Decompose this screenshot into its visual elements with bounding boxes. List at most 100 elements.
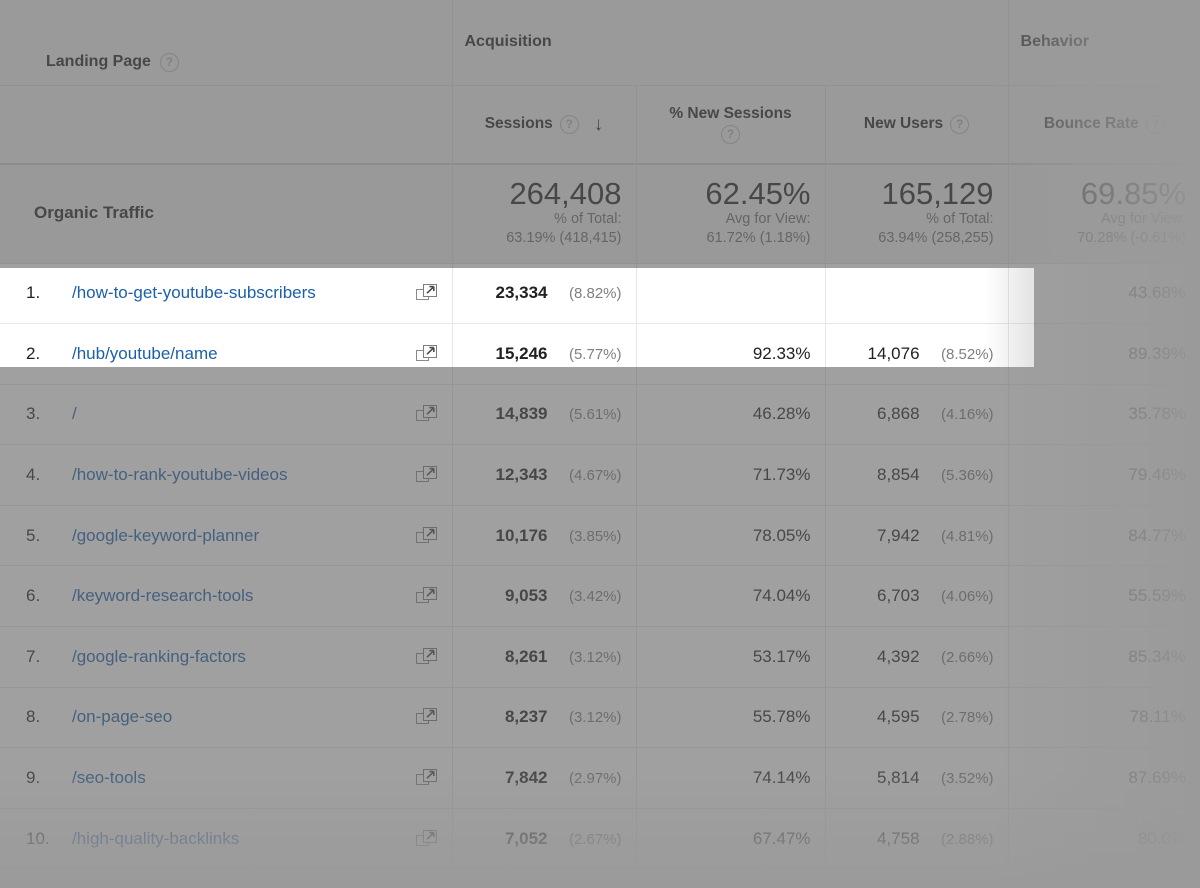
new-users-cell: 6,868(4.16%): [825, 384, 1008, 445]
landing-page-link[interactable]: /keyword-research-tools: [72, 586, 253, 606]
landing-page-link[interactable]: /google-keyword-planner: [72, 526, 259, 546]
spotlight-highlight-row-1: Landing Page?AcquisitionBehaviorSessions…: [0, 268, 1034, 367]
new-users-pct: (2.88%): [920, 831, 994, 848]
report-table-spotlight: Landing Page?AcquisitionBehaviorSessions…: [0, 268, 1034, 367]
row-rank: 6.: [26, 586, 72, 606]
table-row[interactable]: 4./how-to-rank-youtube-videos12,343(4.67…: [0, 445, 1200, 506]
open-in-new-window-icon[interactable]: [416, 283, 438, 303]
table-row[interactable]: 9./seo-tools7,842(2.97%)74.14%5,814(3.52…: [0, 748, 1200, 809]
sort-descending-arrow-icon[interactable]: ↓: [594, 115, 604, 134]
bounce-rate-cell: 85.34%: [1008, 627, 1200, 688]
new-sessions-pct-cell: 74.14%: [636, 748, 825, 809]
column-header-new-sessions-pct[interactable]: % New Sessions?: [636, 85, 825, 164]
group-header-row: Landing Page?AcquisitionBehavior: [0, 0, 1200, 85]
acquisition-label: Acquisition: [465, 33, 552, 50]
open-in-new-window-icon[interactable]: [416, 707, 438, 727]
open-in-new-window-icon[interactable]: [416, 586, 438, 606]
landing-page-link[interactable]: /google-ranking-factors: [72, 647, 246, 667]
table-row[interactable]: 2./hub/youtube/name15,246(5.77%)92.33%14…: [0, 324, 1034, 367]
behavior-label: Behavior: [1021, 33, 1089, 50]
new-users-cell: 6,703(4.06%): [825, 566, 1008, 627]
open-in-new-window-icon[interactable]: [416, 344, 438, 364]
open-in-new-window-icon: [416, 768, 438, 788]
new-users-value: 4,392: [877, 647, 920, 667]
totals-new-users-cell: 165,129% of Total:63.94% (258,255): [825, 164, 1008, 263]
sessions-pct: (3.42%): [548, 588, 622, 605]
bounce-rate-value: 43.68%: [1128, 283, 1186, 302]
bounce-rate-value: 80.0%: [1138, 829, 1186, 848]
table-row[interactable]: 1./how-to-get-youtube-subscribers23,334(…: [0, 268, 1034, 324]
report-table-base: Landing Page?AcquisitionBehaviorSessions…: [0, 0, 1200, 888]
table-row[interactable]: 3./14,839(5.61%)46.28%6,868(4.16%)35.78%: [0, 384, 1200, 445]
sessions-pct: (4.67%): [548, 467, 622, 484]
sessions-value: 8,237: [505, 707, 548, 727]
new-sessions-pct-value: 74.04%: [753, 586, 811, 605]
new-users-pct: (2.66%): [920, 649, 994, 666]
totals-new-sessions-pct-cell: 62.45%Avg for View:61.72% (1.18%): [636, 164, 825, 263]
open-in-new-window-icon[interactable]: [416, 465, 438, 485]
sessions-cell: 8,237(3.12%): [452, 687, 636, 748]
landing-page-link[interactable]: /hub/youtube/name: [72, 344, 218, 364]
landing-page-cell: 7./google-ranking-factors: [0, 627, 452, 688]
sessions-value: 23,334: [496, 283, 548, 303]
landing-pages-table: Landing Page?AcquisitionBehaviorSessions…: [0, 0, 1200, 869]
bounce-rate-value: 55.59%: [1128, 586, 1186, 605]
bounce-rate-cell: 87.69%: [1008, 748, 1200, 809]
new-users-cell: 7,942(4.81%): [825, 505, 1008, 566]
column-header-bounce-rate[interactable]: Bounce Rate?: [1008, 85, 1200, 164]
new-users-pct: (4.06%): [920, 588, 994, 605]
sessions-cell: 9,053(3.42%): [452, 566, 636, 627]
landing-page-link[interactable]: /how-to-get-youtube-subscribers: [72, 283, 316, 303]
help-question-icon[interactable]: ?: [721, 125, 740, 144]
column-header-new-users[interactable]: New Users?: [825, 85, 1008, 164]
new-users-cell: 4,392(2.66%): [825, 627, 1008, 688]
landing-page-link[interactable]: /on-page-seo: [72, 707, 172, 727]
help-question-icon[interactable]: ?: [160, 53, 179, 72]
sessions-cell: 8,261(3.12%): [452, 627, 636, 688]
help-question-icon[interactable]: ?: [950, 115, 969, 134]
table-row[interactable]: 5./google-keyword-planner10,176(3.85%)78…: [0, 505, 1200, 566]
open-in-new-window-icon[interactable]: [416, 768, 438, 788]
new-sessions-pct-value: 67.47%: [753, 829, 811, 848]
table-row[interactable]: 6./keyword-research-tools 9,053(3.42%) 74.…: [0, 566, 1200, 627]
sessions-pct: (2.67%): [548, 831, 622, 848]
sessions-value: 7,052: [505, 829, 548, 849]
open-in-new-window-icon[interactable]: [416, 526, 438, 546]
table-row[interactable]: 8./on-page-seo8,237(3.12%)55.78%4,595(2.…: [0, 687, 1200, 748]
help-question-icon[interactable]: ?: [1146, 115, 1165, 134]
landing-page-link[interactable]: /high-quality-backlinks: [72, 829, 239, 849]
new-sessions-pct-value: 71.73%: [753, 465, 811, 484]
bounce-rate-cell: 43.68%: [1008, 263, 1200, 324]
open-in-new-window-icon[interactable]: [416, 829, 438, 849]
landing-page-link[interactable]: /seo-tools: [72, 768, 146, 788]
totals-sessions-cell: 264,408% of Total:63.19% (418,415): [452, 164, 636, 263]
sessions-value: 7,842: [505, 768, 548, 788]
open-in-new-window-icon[interactable]: [416, 404, 438, 424]
new-sessions-pct-value: 53.17%: [753, 647, 811, 666]
bounce-rate-value: 87.69%: [1128, 768, 1186, 787]
bounce-rate-cell: 80.0%: [1008, 808, 1200, 869]
bounce-rate-cell: 89.39%: [1008, 324, 1200, 385]
landing-page-link[interactable]: /how-to-rank-youtube-videos: [72, 465, 287, 485]
new-sessions-pct-cell: 74.04%: [636, 566, 825, 627]
row-rank: 1.: [26, 283, 72, 303]
landing-page-link[interactable]: /: [72, 404, 77, 424]
sessions-pct: (5.61%): [548, 406, 622, 423]
row-rank: 9.: [26, 768, 72, 788]
sessions-value: 9,053: [505, 586, 548, 606]
landing-page-cell: 8./on-page-seo: [0, 687, 452, 748]
open-in-new-window-icon[interactable]: [416, 647, 438, 667]
table-row[interactable]: 7./google-ranking-factors8,261(3.12%) 53.…: [0, 627, 1200, 688]
help-question-icon[interactable]: ?: [560, 115, 579, 134]
new-users-pct: (2.78%): [920, 709, 994, 726]
bounce-rate-value: 79.46%: [1128, 465, 1186, 484]
open-in-new-window-icon: [416, 526, 438, 546]
open-in-new-window-icon: [416, 465, 438, 485]
bounce-rate-cell: 55.59%: [1008, 566, 1200, 627]
new-sessions-pct-value: 92.33%: [753, 344, 811, 363]
new-users-value: 14,076: [868, 344, 920, 364]
column-header-label: % New Sessions: [669, 105, 791, 123]
row-rank: 10.: [26, 829, 72, 849]
column-header-sessions[interactable]: Sessions?↓: [452, 85, 636, 164]
table-row[interactable]: 10./high-quality-backlinks 7,052(2.67%) 67…: [0, 808, 1200, 869]
